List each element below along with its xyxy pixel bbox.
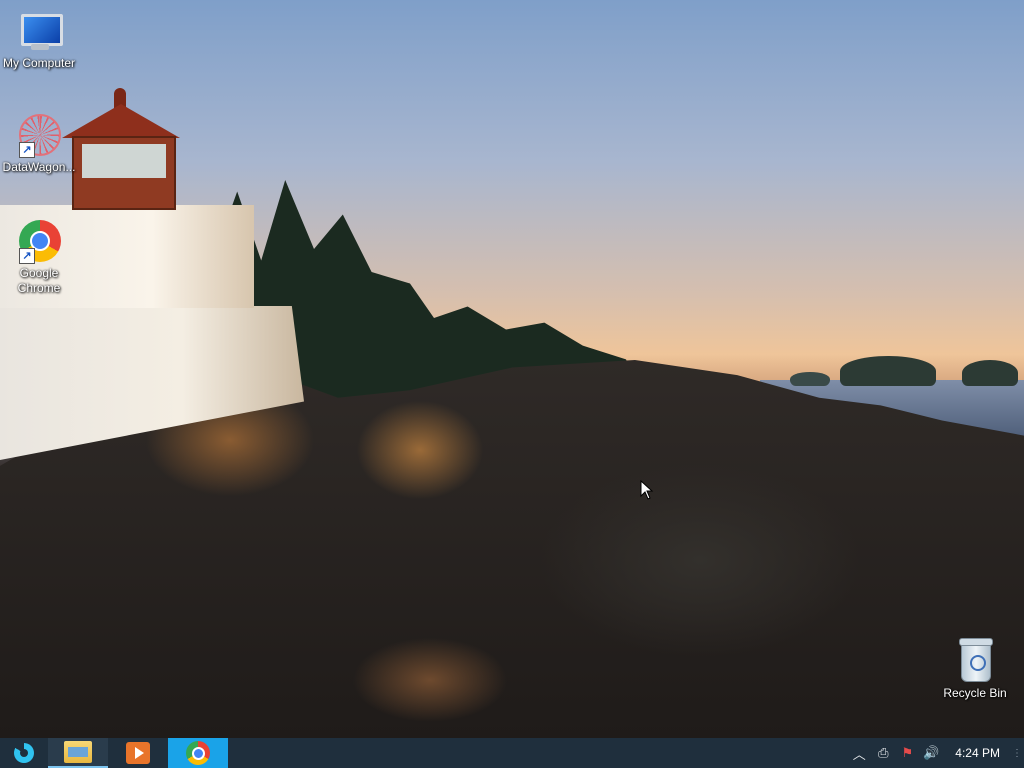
desktop-icon-google-chrome[interactable]: ↗ Google Chrome <box>0 220 78 296</box>
desktop[interactable]: My Computer ↗ DataWagon... ↗ Google Chro… <box>0 0 1024 738</box>
wallpaper-island <box>790 372 830 386</box>
network-icon[interactable]: ⎙ <box>871 738 895 768</box>
desktop-icon-label: DataWagon... <box>2 160 76 174</box>
media-player-icon <box>126 742 150 764</box>
wallpaper-island <box>962 360 1018 386</box>
chrome-icon <box>186 741 210 765</box>
taskbar: ︿ ⎙ ⚑ 🔊 4:24 PM ⋮ <box>0 738 1024 768</box>
tray-overflow-icon[interactable]: ︿ <box>847 738 871 768</box>
volume-icon[interactable]: 🔊 <box>919 738 943 768</box>
taskbar-chrome-button[interactable] <box>168 738 228 768</box>
datawagon-icon: ↗ <box>17 114 61 158</box>
taskbar-media-player-button[interactable] <box>108 738 168 768</box>
computer-icon <box>17 10 63 54</box>
desktop-icon-label: Recycle Bin <box>943 686 1007 700</box>
desktop-icon-label: Google Chrome <box>17 266 61 295</box>
system-tray: ︿ ⎙ ⚑ 🔊 4:24 PM ⋮ <box>847 738 1024 768</box>
wallpaper-island <box>840 356 936 386</box>
desktop-icon-recycle-bin[interactable]: Recycle Bin <box>936 638 1014 701</box>
desktop-icon-label: My Computer <box>2 56 76 70</box>
taskbar-file-explorer-button[interactable] <box>48 738 108 768</box>
recycle-bin-icon <box>953 638 997 684</box>
wallpaper-lighthouse-lamp <box>72 136 176 210</box>
start-button[interactable] <box>0 738 48 768</box>
taskbar-clock[interactable]: 4:24 PM <box>943 738 1010 768</box>
chrome-icon: ↗ <box>17 220 61 264</box>
desktop-icon-datawagon[interactable]: ↗ DataWagon... <box>0 114 78 175</box>
wallpaper-lighthouse-roof <box>62 104 180 138</box>
start-icon <box>14 743 34 763</box>
action-center-flag-icon[interactable]: ⚑ <box>895 738 919 768</box>
shortcut-arrow-icon: ↗ <box>19 248 35 264</box>
file-explorer-icon <box>64 741 92 763</box>
shortcut-arrow-icon: ↗ <box>19 142 35 158</box>
show-desktop-button[interactable]: ⋮ <box>1010 738 1024 768</box>
desktop-icon-my-computer[interactable]: My Computer <box>0 10 78 71</box>
